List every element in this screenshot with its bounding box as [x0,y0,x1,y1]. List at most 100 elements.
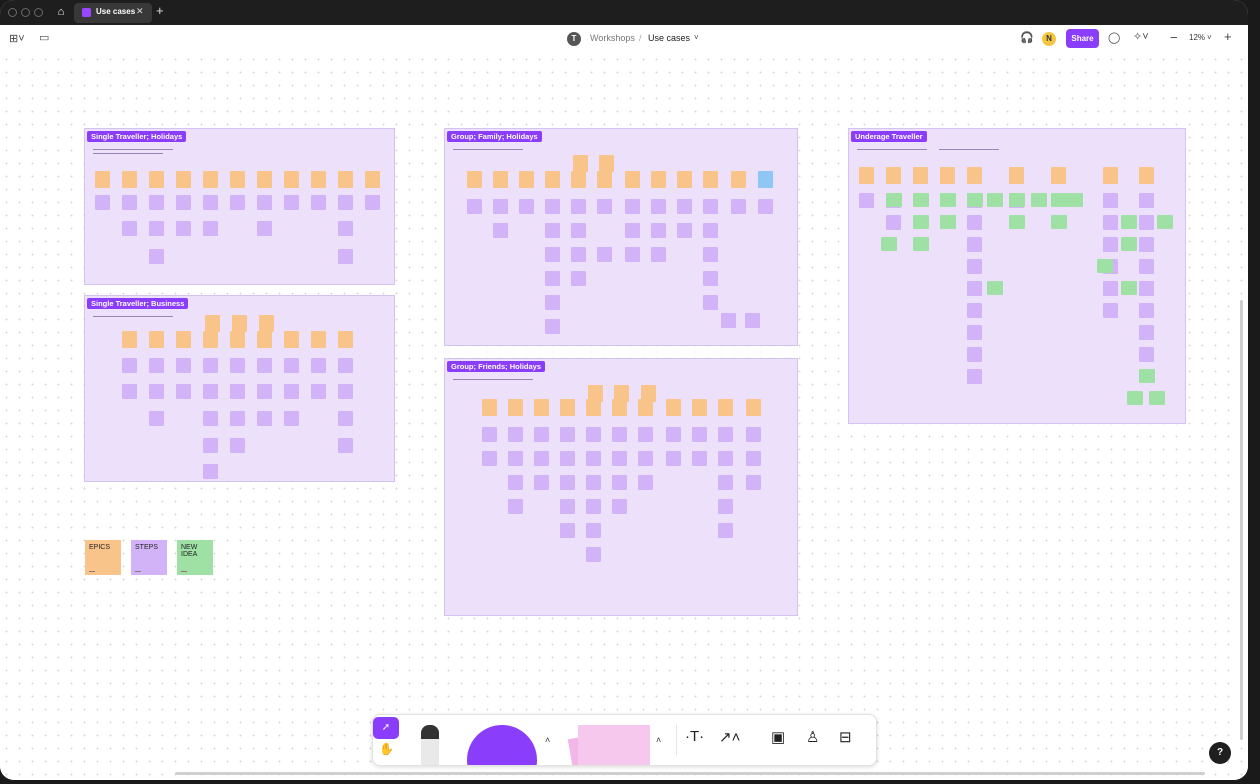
step-sticky[interactable] [886,215,901,230]
epic-sticky[interactable] [1139,167,1154,184]
step-sticky[interactable] [284,358,299,373]
step-sticky[interactable] [703,223,718,238]
step-sticky[interactable] [1139,325,1154,340]
step-sticky[interactable] [586,499,601,514]
epic-sticky[interactable] [967,167,982,184]
new-idea-sticky[interactable] [881,237,897,251]
comment-icon[interactable]: ◯ [1108,31,1120,44]
step-sticky[interactable] [203,221,218,236]
epic-sticky[interactable] [571,171,586,188]
epic-sticky[interactable] [149,331,164,348]
step-sticky[interactable] [1139,281,1154,296]
headphones-icon[interactable]: 🎧 [1020,31,1034,44]
step-sticky[interactable] [1103,281,1118,296]
step-sticky[interactable] [545,223,560,238]
shape-options-chevron-icon[interactable]: ˄ [545,735,550,745]
new-idea-sticky[interactable] [913,215,929,229]
section-single-business[interactable]: Single Traveller; Business [84,295,395,482]
new-idea-sticky[interactable] [1149,391,1165,405]
step-sticky[interactable] [586,523,601,538]
step-sticky[interactable] [718,427,733,442]
epic-sticky[interactable] [625,171,640,188]
legend-epics-sticky[interactable]: EPICS [85,540,121,575]
step-sticky[interactable] [338,358,353,373]
text-icon[interactable]: ·T· [685,728,704,745]
epic-sticky[interactable] [284,171,299,188]
step-sticky[interactable] [284,195,299,210]
epic-sticky[interactable] [940,167,955,184]
window-close-control[interactable] [8,8,17,17]
epic-sticky[interactable] [149,171,164,188]
hand-icon[interactable]: ✋ [379,742,394,756]
step-sticky[interactable] [967,347,982,362]
new-idea-sticky[interactable] [1051,215,1067,229]
step-sticky[interactable] [95,195,110,210]
horizontal-scrollbar[interactable] [175,772,1205,775]
epic-sticky[interactable] [703,171,718,188]
epic-sticky[interactable] [95,171,110,188]
new-idea-sticky[interactable] [1139,369,1155,383]
epic-sticky[interactable] [493,171,508,188]
step-sticky[interactable] [149,195,164,210]
new-idea-sticky[interactable] [940,193,956,207]
epic-sticky[interactable] [731,171,746,188]
epic-sticky[interactable] [913,167,928,184]
new-idea-sticky[interactable] [886,193,902,207]
window-maximize-control[interactable] [34,8,43,17]
new-idea-sticky[interactable] [967,193,983,207]
step-sticky[interactable] [284,384,299,399]
step-sticky[interactable] [230,411,245,426]
step-sticky[interactable] [625,199,640,214]
step-sticky[interactable] [508,475,523,490]
sticky-note-tool[interactable] [578,725,650,765]
epic-sticky[interactable] [638,399,653,416]
new-idea-sticky[interactable] [1121,215,1137,229]
section-single-holidays[interactable]: Single Traveller; Holidays [84,128,395,285]
zoom-in-icon[interactable]: + [1224,29,1232,44]
help-icon[interactable]: ? [1209,742,1231,764]
step-sticky[interactable] [311,384,326,399]
step-sticky[interactable] [176,358,191,373]
shape-tool[interactable] [467,725,537,765]
epic-sticky[interactable] [482,399,497,416]
epic-sticky[interactable] [311,331,326,348]
share-button[interactable]: Share [1066,29,1099,48]
step-sticky[interactable] [967,369,982,384]
epic-sticky[interactable] [746,399,761,416]
new-idea-sticky[interactable] [1031,193,1047,207]
step-sticky[interactable] [257,195,272,210]
sidebar-toggle-icon[interactable]: ▭ [39,31,49,44]
step-sticky[interactable] [625,223,640,238]
step-sticky[interactable] [612,475,627,490]
step-sticky[interactable] [571,223,586,238]
step-sticky[interactable] [493,199,508,214]
step-sticky[interactable] [571,199,586,214]
step-sticky[interactable] [203,411,218,426]
step-sticky[interactable] [586,547,601,562]
step-sticky[interactable] [586,451,601,466]
step-sticky[interactable] [746,427,761,442]
epic-sticky[interactable] [467,171,482,188]
step-sticky[interactable] [508,499,523,514]
step-sticky[interactable] [651,247,666,262]
zoom-chevron-down-icon[interactable]: ˅ [1207,33,1212,42]
epic-sticky[interactable] [203,171,218,188]
step-sticky[interactable] [560,523,575,538]
step-sticky[interactable] [625,247,640,262]
step-sticky[interactable] [149,384,164,399]
new-idea-sticky[interactable] [1009,215,1025,229]
extra-sticky[interactable] [758,171,773,188]
step-sticky[interactable] [703,271,718,286]
tab-use-cases[interactable]: Use cases ✕ [74,3,152,23]
new-idea-sticky[interactable] [940,215,956,229]
step-sticky[interactable] [859,193,874,208]
step-sticky[interactable] [176,384,191,399]
step-sticky[interactable] [718,499,733,514]
step-sticky[interactable] [638,427,653,442]
new-idea-sticky[interactable] [1009,193,1025,207]
step-sticky[interactable] [122,358,137,373]
step-sticky[interactable] [967,259,982,274]
step-sticky[interactable] [677,223,692,238]
new-idea-sticky[interactable] [1067,193,1083,207]
epic-sticky[interactable] [519,171,534,188]
